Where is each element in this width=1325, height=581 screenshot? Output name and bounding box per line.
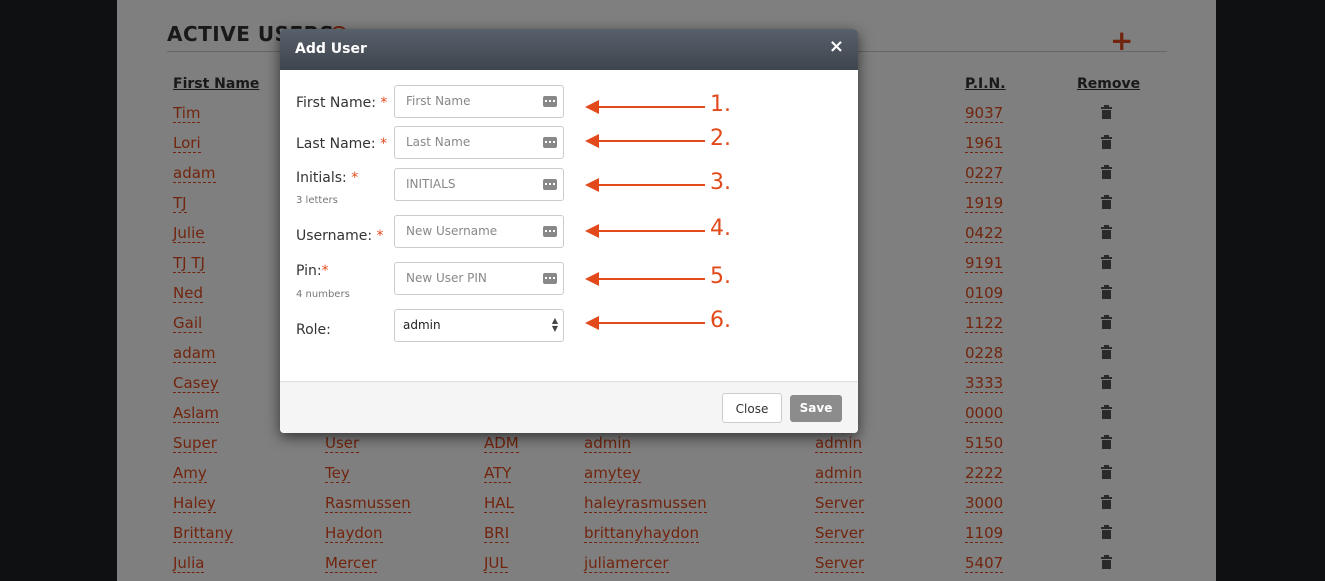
pin-hint: 4 numbers <box>296 289 350 300</box>
first-name-label: First Name: * <box>296 95 388 111</box>
first-name-field[interactable] <box>394 85 564 118</box>
annotation-arrow-2: 2. <box>585 126 755 151</box>
required-marker: * <box>376 228 384 244</box>
username-label: Username: * <box>296 228 384 244</box>
pin-input[interactable] <box>406 271 536 285</box>
role-select[interactable]: admin ▲ ▼ <box>394 309 564 342</box>
modal-header: Add User × <box>280 29 858 70</box>
keyboard-icon <box>543 226 557 237</box>
keyboard-icon <box>543 179 557 190</box>
modal-title: Add User <box>295 41 367 57</box>
keyboard-icon <box>543 273 557 284</box>
initials-label: Initials: * <box>296 170 359 186</box>
last-name-field[interactable] <box>394 126 564 159</box>
last-name-label: Last Name: * <box>296 136 388 152</box>
role-selected-value: admin <box>403 318 441 332</box>
required-marker: * <box>380 95 388 111</box>
initials-hint: 3 letters <box>296 195 338 206</box>
annotation-arrow-5: 5. <box>585 264 755 289</box>
annotation-arrow-1: 1. <box>585 92 755 117</box>
required-marker: * <box>321 263 329 279</box>
save-button[interactable]: Save <box>790 395 842 422</box>
required-marker: * <box>351 170 359 186</box>
annotation-arrow-4: 4. <box>585 216 755 241</box>
pin-label: Pin:* <box>296 263 329 279</box>
close-button[interactable]: Close <box>722 393 782 423</box>
keyboard-icon <box>543 96 557 107</box>
select-arrows-icon: ▲ ▼ <box>551 316 558 333</box>
close-icon[interactable]: × <box>829 36 844 57</box>
username-field[interactable] <box>394 215 564 248</box>
pin-field[interactable] <box>394 262 564 295</box>
add-user-modal: Add User × First Name: * Last Name: * In… <box>280 29 858 433</box>
keyboard-icon <box>543 137 557 148</box>
annotation-arrow-6: 6. <box>585 308 755 333</box>
role-label: Role: <box>296 322 331 338</box>
last-name-input[interactable] <box>406 135 536 149</box>
required-marker: * <box>380 136 388 152</box>
initials-input[interactable] <box>406 177 536 191</box>
username-input[interactable] <box>406 224 536 238</box>
first-name-input[interactable] <box>406 94 536 108</box>
annotation-arrow-3: 3. <box>585 170 755 195</box>
initials-field[interactable] <box>394 168 564 201</box>
